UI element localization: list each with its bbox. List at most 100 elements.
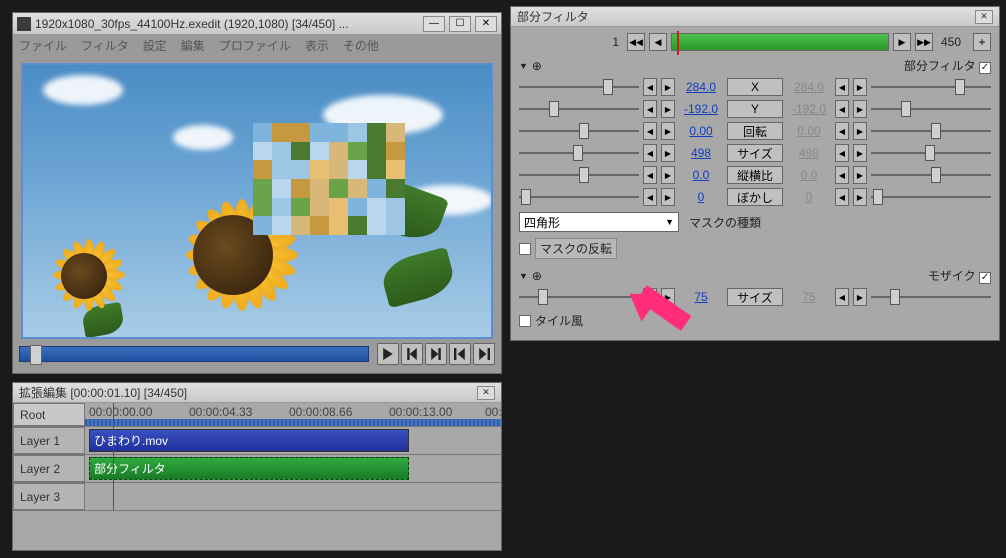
slider-right[interactable] bbox=[871, 78, 991, 96]
frame-bar[interactable] bbox=[671, 33, 889, 51]
dec-right[interactable]: ◀ bbox=[835, 188, 849, 206]
dec-left[interactable]: ◀ bbox=[643, 122, 657, 140]
val-left[interactable]: 0 bbox=[679, 190, 723, 204]
menu-filter[interactable]: フィルタ bbox=[81, 37, 129, 54]
inc-left[interactable]: ▶ bbox=[661, 144, 675, 162]
inc-right[interactable]: ▶ bbox=[853, 78, 867, 96]
slider-right[interactable] bbox=[871, 144, 991, 162]
dec-left[interactable]: ◀ bbox=[643, 188, 657, 206]
val-left[interactable]: 284.0 bbox=[679, 80, 723, 94]
next-frame-button[interactable] bbox=[425, 343, 447, 365]
invert-mask-checkbox[interactable] bbox=[519, 243, 531, 255]
prev-frame-button[interactable] bbox=[401, 343, 423, 365]
menu-settings[interactable]: 設定 bbox=[143, 37, 167, 54]
layer-2-label[interactable]: Layer 2 bbox=[13, 455, 85, 482]
inc-right[interactable]: ▶ bbox=[853, 100, 867, 118]
val-right[interactable]: -192.0 bbox=[787, 102, 831, 116]
inc-left[interactable]: ▶ bbox=[661, 188, 675, 206]
menu-other[interactable]: その他 bbox=[343, 37, 379, 54]
collapse-icon[interactable]: ▼ bbox=[519, 61, 528, 71]
val-right[interactable]: 0.0 bbox=[787, 168, 831, 182]
param-name-btn[interactable]: 回転 bbox=[727, 122, 783, 140]
inc-left[interactable]: ▶ bbox=[661, 100, 675, 118]
mask-shape-dropdown[interactable]: 四角形 ▼ bbox=[519, 212, 679, 232]
slider-right[interactable] bbox=[871, 122, 991, 140]
inc-right[interactable]: ▶ bbox=[853, 288, 867, 306]
layer-3-label[interactable]: Layer 3 bbox=[13, 483, 85, 510]
val-left[interactable]: 75 bbox=[679, 290, 723, 304]
val-right[interactable]: 0 bbox=[787, 190, 831, 204]
slider-left[interactable] bbox=[519, 122, 639, 140]
play-button[interactable] bbox=[377, 343, 399, 365]
val-right[interactable]: 0.00 bbox=[787, 124, 831, 138]
dec-right[interactable]: ◀ bbox=[835, 122, 849, 140]
val-left[interactable]: -192.0 bbox=[679, 102, 723, 116]
video-clip[interactable]: ひまわり.mov bbox=[89, 429, 409, 452]
param-name-btn[interactable]: サイズ bbox=[727, 144, 783, 162]
slider-left[interactable] bbox=[519, 78, 639, 96]
frame-first-button[interactable]: ◀◀ bbox=[627, 33, 645, 51]
val-left[interactable]: 0.0 bbox=[679, 168, 723, 182]
val-right[interactable]: 75 bbox=[787, 290, 831, 304]
inc-left[interactable]: ▶ bbox=[661, 288, 675, 306]
dec-left[interactable]: ◀ bbox=[643, 144, 657, 162]
dec-right[interactable]: ◀ bbox=[835, 144, 849, 162]
slider-right[interactable] bbox=[871, 100, 991, 118]
seek-bar[interactable] bbox=[19, 346, 369, 362]
frame-next-button[interactable]: ▶ bbox=[893, 33, 911, 51]
maximize-button[interactable]: ☐ bbox=[449, 16, 471, 32]
frame-end[interactable]: 450 bbox=[937, 35, 969, 49]
first-frame-button[interactable] bbox=[449, 343, 471, 365]
inc-right[interactable]: ▶ bbox=[853, 188, 867, 206]
layer-3-track[interactable] bbox=[85, 483, 501, 510]
timeline-close-button[interactable]: ✕ bbox=[477, 386, 495, 400]
root-label[interactable]: Root bbox=[13, 403, 85, 426]
preview-canvas[interactable] bbox=[21, 63, 493, 339]
dec-right[interactable]: ◀ bbox=[835, 100, 849, 118]
dec-left[interactable]: ◀ bbox=[643, 166, 657, 184]
val-right[interactable]: 498 bbox=[787, 146, 831, 160]
collapse-icon-2[interactable]: ▼ bbox=[519, 271, 528, 281]
menu-profile[interactable]: プロファイル bbox=[219, 37, 291, 54]
menu-edit[interactable]: 編集 bbox=[181, 37, 205, 54]
anchor-icon-2[interactable]: ⊕ bbox=[532, 269, 542, 283]
inc-left[interactable]: ▶ bbox=[661, 78, 675, 96]
minimize-button[interactable]: — bbox=[423, 16, 445, 32]
frame-add-button[interactable]: + bbox=[973, 33, 991, 51]
timeline-ruler[interactable]: 00:00:00.00 00:00:04.33 00:00:08.66 00:0… bbox=[85, 403, 501, 426]
slider-right[interactable] bbox=[871, 188, 991, 206]
mosaic-checkbox[interactable] bbox=[979, 272, 991, 284]
seek-thumb[interactable] bbox=[30, 345, 42, 365]
dec-left[interactable]: ◀ bbox=[643, 78, 657, 96]
menu-view[interactable]: 表示 bbox=[305, 37, 329, 54]
inc-left[interactable]: ▶ bbox=[661, 122, 675, 140]
slider-left[interactable] bbox=[519, 288, 639, 306]
section-1-checkbox[interactable] bbox=[979, 62, 991, 74]
val-left[interactable]: 0.00 bbox=[679, 124, 723, 138]
dec-left[interactable]: ◀ bbox=[643, 100, 657, 118]
param-name-btn[interactable]: 縦横比 bbox=[727, 166, 783, 184]
close-button[interactable]: ✕ bbox=[475, 16, 497, 32]
inc-right[interactable]: ▶ bbox=[853, 144, 867, 162]
frame-prev-button[interactable]: ◀ bbox=[649, 33, 667, 51]
param-name-btn[interactable]: Y bbox=[727, 100, 783, 118]
param-name-btn[interactable]: X bbox=[727, 78, 783, 96]
menu-file[interactable]: ファイル bbox=[19, 37, 67, 54]
dec-right[interactable]: ◀ bbox=[835, 288, 849, 306]
val-right[interactable]: 284.0 bbox=[787, 80, 831, 94]
slider-left[interactable] bbox=[519, 188, 639, 206]
filter-clip[interactable]: 部分フィルタ bbox=[89, 457, 409, 480]
param-name-btn[interactable]: サイズ bbox=[727, 288, 783, 306]
slider-left[interactable] bbox=[519, 100, 639, 118]
slider-right[interactable] bbox=[871, 288, 991, 306]
dec-right[interactable]: ◀ bbox=[835, 166, 849, 184]
slider-right[interactable] bbox=[871, 166, 991, 184]
dec-right[interactable]: ◀ bbox=[835, 78, 849, 96]
last-frame-button[interactable] bbox=[473, 343, 495, 365]
param-name-btn[interactable]: ぼかし bbox=[727, 188, 783, 206]
inc-right[interactable]: ▶ bbox=[853, 122, 867, 140]
inc-left[interactable]: ▶ bbox=[661, 166, 675, 184]
val-left[interactable]: 498 bbox=[679, 146, 723, 160]
slider-left[interactable] bbox=[519, 166, 639, 184]
layer-2-track[interactable]: 部分フィルタ bbox=[85, 455, 501, 482]
